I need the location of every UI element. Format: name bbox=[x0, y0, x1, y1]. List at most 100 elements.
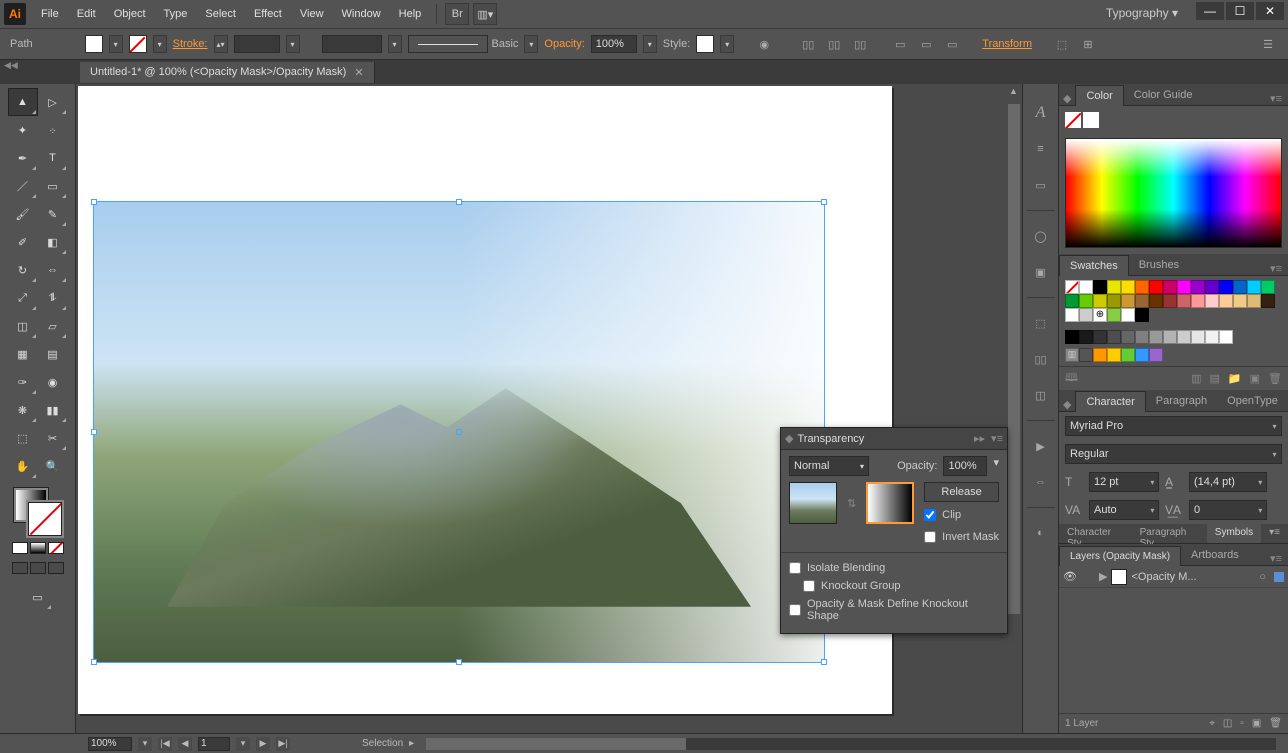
swatch[interactable] bbox=[1065, 308, 1079, 322]
swatch[interactable] bbox=[1107, 348, 1121, 362]
tab-color[interactable]: Color bbox=[1075, 85, 1123, 106]
swatch[interactable] bbox=[1121, 294, 1135, 308]
zoom-tool[interactable]: 🔍 bbox=[39, 453, 67, 479]
minimize-button[interactable]: — bbox=[1196, 2, 1224, 20]
selection-tool[interactable]: ▲ bbox=[9, 89, 37, 115]
blob-brush-tool[interactable]: ✐ bbox=[9, 229, 37, 255]
graph-tool[interactable]: ▮▮ bbox=[39, 397, 67, 423]
swatch[interactable] bbox=[1205, 294, 1219, 308]
last-artboard-button[interactable]: ▶| bbox=[276, 737, 290, 751]
swatch[interactable] bbox=[1177, 294, 1191, 308]
paintbrush-tool[interactable]: 🖌 bbox=[9, 201, 37, 227]
isolate-blending-checkbox[interactable]: Isolate Blending bbox=[789, 562, 999, 574]
transparency-panel-icon[interactable]: ◐ bbox=[1030, 522, 1052, 544]
fill-swatch[interactable] bbox=[85, 35, 103, 53]
opacity-input[interactable] bbox=[591, 35, 637, 53]
swatch[interactable] bbox=[1079, 330, 1093, 344]
color-mode-none[interactable] bbox=[48, 542, 64, 554]
paragraph-panel-icon[interactable]: ≡ bbox=[1030, 138, 1052, 160]
first-artboard-button[interactable]: |◀ bbox=[158, 737, 172, 751]
menu-select[interactable]: Select bbox=[196, 2, 245, 26]
tab-color-guide[interactable]: Color Guide bbox=[1124, 85, 1203, 105]
horizontal-scrollbar[interactable] bbox=[426, 738, 1276, 750]
artboard-number-input[interactable] bbox=[198, 737, 230, 751]
swatch[interactable] bbox=[1149, 330, 1163, 344]
stroke-dropdown[interactable]: ▾ bbox=[153, 35, 167, 53]
perspective-tool[interactable]: ▱ bbox=[39, 313, 67, 339]
select-similar-icon[interactable]: ⊞ bbox=[1078, 34, 1098, 54]
color-white-swatch[interactable] bbox=[1083, 112, 1099, 128]
invert-mask-checkbox[interactable]: Invert Mask bbox=[924, 531, 999, 543]
fill-stroke-indicator[interactable] bbox=[14, 488, 62, 536]
tab-artboards[interactable]: Artboards bbox=[1181, 545, 1249, 565]
transform-panel-icon[interactable]: ⬚ bbox=[1030, 312, 1052, 334]
type-tool[interactable]: T bbox=[39, 145, 67, 171]
menu-effect[interactable]: Effect bbox=[245, 2, 291, 26]
align-vcenter-icon[interactable]: ▭ bbox=[916, 34, 936, 54]
close-button[interactable]: ✕ bbox=[1256, 2, 1284, 20]
swatch[interactable] bbox=[1191, 294, 1205, 308]
character-panel-icon[interactable]: A bbox=[1030, 102, 1052, 124]
swatch[interactable] bbox=[1107, 280, 1121, 294]
panel-menu-icon[interactable]: ▾≡ bbox=[991, 432, 1003, 445]
new-group-icon[interactable]: 📁 bbox=[1228, 372, 1242, 385]
recolor-art-icon[interactable]: ◉ bbox=[754, 34, 774, 54]
toolbar-collapse-icon[interactable]: ◀◀ bbox=[4, 60, 18, 71]
blend-mode-select[interactable]: Normal▾ bbox=[789, 456, 869, 476]
opentype-panel-icon[interactable]: ▭ bbox=[1030, 174, 1052, 196]
next-artboard-button[interactable]: ▶ bbox=[256, 737, 270, 751]
rotate-tool[interactable]: ↻ bbox=[9, 257, 37, 283]
panel-grip-icon[interactable]: ◆ bbox=[785, 432, 793, 445]
brush-dropdown[interactable]: ▾ bbox=[524, 35, 538, 53]
selected-object[interactable] bbox=[94, 202, 824, 662]
new-layer-icon[interactable]: ▣ bbox=[1252, 718, 1261, 729]
mask-link-icon[interactable]: ⇅ bbox=[847, 497, 856, 510]
pathfinder-panel-icon[interactable]: ◫ bbox=[1030, 384, 1052, 406]
menu-help[interactable]: Help bbox=[390, 2, 431, 26]
scale-tool[interactable]: ⤢ bbox=[9, 285, 37, 311]
pen-tool[interactable]: ✒ bbox=[9, 145, 37, 171]
maximize-button[interactable]: ☐ bbox=[1226, 2, 1254, 20]
handle-top-mid[interactable] bbox=[456, 199, 462, 205]
collapse-panel-icon[interactable]: ▸▸ bbox=[974, 432, 985, 445]
knockout-group-checkbox[interactable]: Knockout Group bbox=[803, 580, 901, 592]
artwork-thumbnail[interactable] bbox=[789, 482, 837, 524]
eyedropper-tool[interactable]: ✑ bbox=[9, 369, 37, 395]
swatch[interactable] bbox=[1135, 280, 1149, 294]
appearance-panel-icon[interactable]: ◯ bbox=[1030, 225, 1052, 247]
swatch[interactable] bbox=[1163, 294, 1177, 308]
clip-checkbox[interactable]: Clip bbox=[924, 509, 999, 521]
opacity-dropdown[interactable]: ▾ bbox=[643, 35, 657, 53]
swatch[interactable] bbox=[1135, 348, 1149, 362]
handle-bottom-right[interactable] bbox=[821, 659, 827, 665]
swatch[interactable] bbox=[1107, 294, 1121, 308]
shape-builder-tool[interactable]: ◫ bbox=[9, 313, 37, 339]
direct-selection-tool[interactable]: ▷ bbox=[39, 89, 67, 115]
stroke-swatch[interactable] bbox=[129, 35, 147, 53]
swatch-folder-icon[interactable]: ▥ bbox=[1065, 348, 1079, 362]
leading-field[interactable]: ▾ bbox=[1189, 472, 1267, 492]
swatch[interactable] bbox=[1121, 330, 1135, 344]
swatch[interactable] bbox=[1163, 330, 1177, 344]
color-none-swatch[interactable] bbox=[1065, 112, 1081, 128]
locate-object-icon[interactable]: ⌖ bbox=[1209, 718, 1215, 729]
transform-panel-link[interactable]: Transform bbox=[982, 38, 1032, 50]
bridge-icon[interactable]: Br bbox=[445, 3, 469, 25]
style-swatch[interactable] bbox=[696, 35, 714, 53]
new-swatch-icon[interactable]: ▣ bbox=[1250, 372, 1260, 385]
artboard-dropdown[interactable]: ▾ bbox=[236, 737, 250, 751]
handle-top-right[interactable] bbox=[821, 199, 827, 205]
swatch[interactable] bbox=[1163, 280, 1177, 294]
tp-opacity-input[interactable] bbox=[943, 456, 987, 476]
align-panel-icon[interactable]: ▯▯ bbox=[1030, 348, 1052, 370]
handle-bottom-left[interactable] bbox=[91, 659, 97, 665]
align-left-icon[interactable]: ▯▯ bbox=[798, 34, 818, 54]
swatch[interactable] bbox=[1079, 348, 1093, 362]
tab-character[interactable]: Character bbox=[1075, 391, 1145, 412]
links-panel-icon[interactable]: ⇔ bbox=[1030, 471, 1052, 493]
opacity-label[interactable]: Opacity: bbox=[544, 38, 584, 50]
swatch[interactable] bbox=[1079, 294, 1093, 308]
swatch[interactable] bbox=[1093, 330, 1107, 344]
swatch[interactable] bbox=[1121, 308, 1135, 322]
swatch[interactable] bbox=[1065, 294, 1079, 308]
